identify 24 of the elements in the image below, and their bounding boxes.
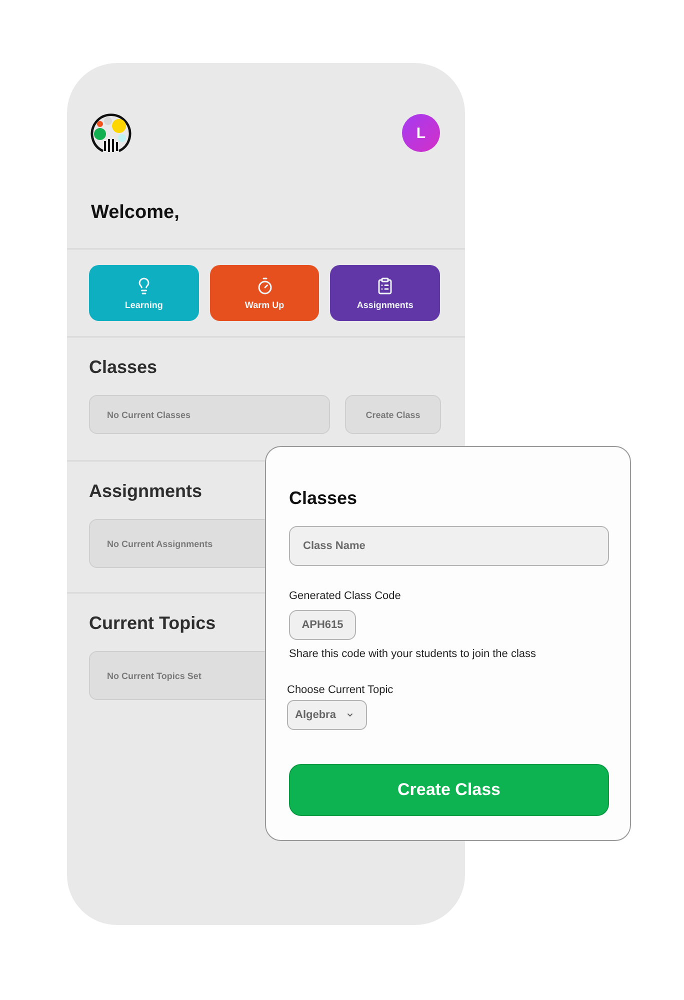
shortcut-tile[interactable]: Warm Up	[210, 265, 320, 321]
topic-select[interactable]: Algebra	[287, 700, 367, 730]
section-heading: Classes	[89, 356, 158, 378]
dialog-title: Classes	[289, 487, 358, 509]
avatar[interactable]: L	[402, 114, 440, 152]
section-heading: Assignments	[89, 480, 202, 502]
clipboard-icon	[376, 276, 394, 294]
tile-label: Warm Up	[244, 300, 284, 310]
stopwatch-icon	[256, 276, 274, 294]
create-class-button[interactable]: Create Class	[289, 764, 609, 816]
class-name-input[interactable]: Class Name	[289, 526, 609, 566]
class-code-field: APH615	[289, 610, 356, 640]
shortcut-tile[interactable]: Learning	[89, 265, 199, 321]
shortcut-tile[interactable]: Assignments	[330, 265, 440, 321]
field-label: Choose Current Topic	[287, 683, 394, 697]
logo-icon	[90, 112, 132, 154]
chevron-down-icon	[346, 711, 354, 719]
field-label: Generated Class Code	[289, 589, 401, 603]
section-heading: Current Topics	[89, 612, 216, 634]
tile-label: Assignments	[356, 300, 414, 310]
welcome-heading: Welcome,	[91, 202, 180, 224]
create-class-button[interactable]: Create Class	[345, 395, 441, 434]
tile-label: Learning	[124, 300, 163, 310]
empty-state-box: No Current Classes	[89, 395, 330, 434]
